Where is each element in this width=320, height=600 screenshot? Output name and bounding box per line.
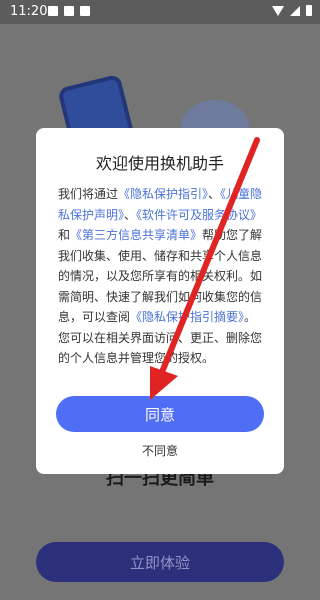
annotation-arrow (150, 137, 260, 400)
